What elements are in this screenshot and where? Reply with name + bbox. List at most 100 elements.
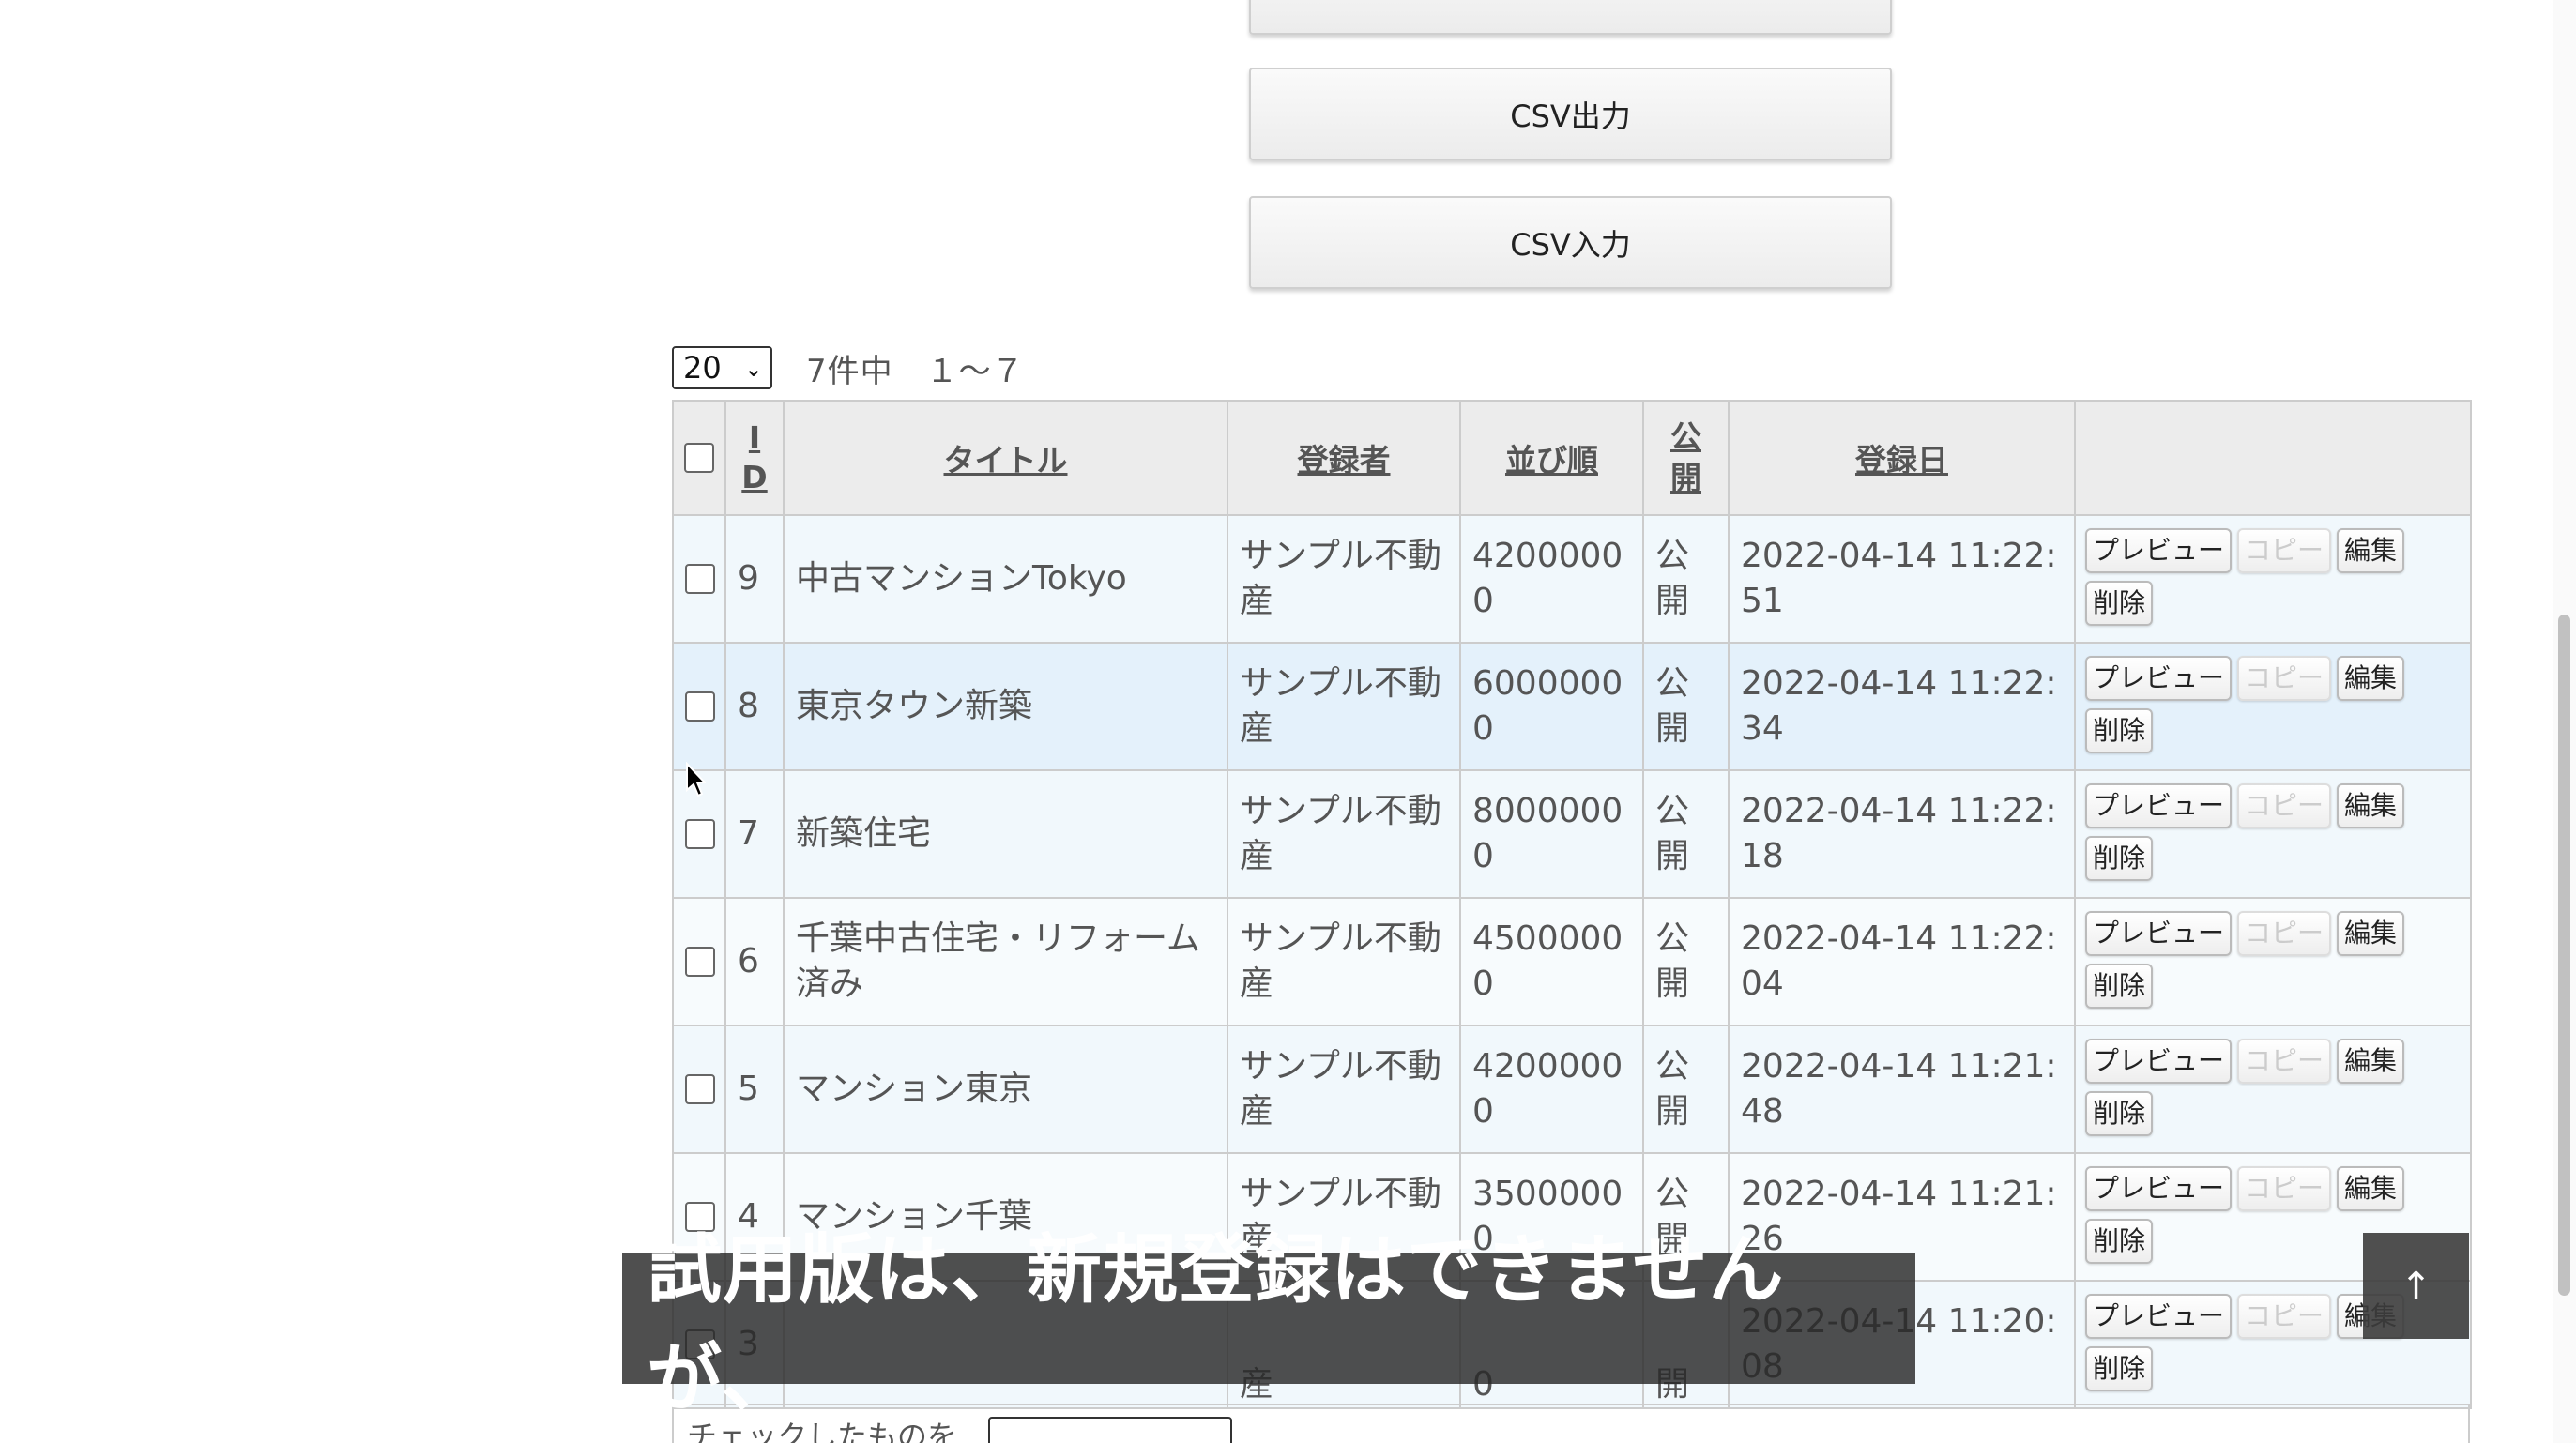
column-registrant[interactable]: 登録者 <box>1227 400 1461 516</box>
select-all-cell <box>672 400 726 516</box>
row-order: 45000000 <box>1459 897 1644 1026</box>
row-date: 2022-04-14 11:22:04 <box>1728 897 2076 1026</box>
column-id-label-1: I <box>748 419 761 456</box>
row-order: 80000000 <box>1459 769 1644 899</box>
table-header-row: I D タイトル 登録者 並び順 公 開 登録日 <box>672 400 2472 516</box>
column-id[interactable]: I D <box>724 400 785 516</box>
top-partial-button[interactable] <box>1249 0 1892 35</box>
copy-button: コピー <box>2237 528 2332 573</box>
delete-button[interactable]: 削除 <box>2085 708 2154 753</box>
edit-button[interactable]: 編集 <box>2337 783 2405 828</box>
preview-button[interactable]: プレビュー <box>2085 1166 2233 1211</box>
per-page-select[interactable]: 20 ⌄ <box>672 346 772 389</box>
row-registrant: サンプル不動産 <box>1227 1025 1461 1154</box>
column-actions <box>2074 400 2472 516</box>
delete-button[interactable]: 削除 <box>2085 581 2154 626</box>
row-actions: プレビューコピー編集削除 <box>2074 769 2472 899</box>
result-count: 7件中 １～７ <box>806 352 1025 390</box>
table-row: 8 東京タウン新築 サンプル不動産 60000000 公開 2022-04-14… <box>672 642 2472 771</box>
row-actions: プレビューコピー編集削除 <box>2074 897 2472 1026</box>
copy-button: コピー <box>2237 783 2332 828</box>
edit-button[interactable]: 編集 <box>2337 911 2405 956</box>
row-checkbox[interactable] <box>685 564 715 594</box>
csv-export-button[interactable]: CSV出力 <box>1249 68 1892 160</box>
row-select-cell <box>672 642 726 771</box>
row-title: 中古マンションTokyo <box>783 514 1228 644</box>
copy-button: コピー <box>2237 1039 2332 1084</box>
row-public: 公開 <box>1642 897 1730 1026</box>
edit-button[interactable]: 編集 <box>2337 528 2405 573</box>
row-select-cell <box>672 1025 726 1154</box>
copy-button: コピー <box>2237 656 2332 701</box>
page-scrollbar[interactable] <box>2553 0 2576 1443</box>
column-public-label-2: 開 <box>1670 460 1701 496</box>
mouse-cursor-icon <box>686 762 706 797</box>
row-order: 42000000 <box>1459 514 1644 644</box>
preview-button[interactable]: プレビュー <box>2085 1294 2233 1339</box>
row-date: 2022-04-14 11:22:34 <box>1728 642 2076 771</box>
select-all-checkbox[interactable] <box>684 443 714 473</box>
csv-import-button[interactable]: CSV入力 <box>1249 196 1892 289</box>
pager: 20 ⌄ 7件中 １～７ <box>672 345 1025 390</box>
row-id: 7 <box>724 769 785 899</box>
column-public-label-1: 公 <box>1670 418 1701 455</box>
preview-button[interactable]: プレビュー <box>2085 1039 2233 1084</box>
row-public: 公開 <box>1642 514 1730 644</box>
preview-button[interactable]: プレビュー <box>2085 656 2233 701</box>
delete-button[interactable]: 削除 <box>2085 1219 2154 1264</box>
scroll-to-top-button[interactable]: ↑ <box>2363 1233 2469 1339</box>
table-row: 7 新築住宅 サンプル不動産 80000000 公開 2022-04-14 11… <box>672 769 2472 899</box>
row-title: 東京タウン新築 <box>783 642 1228 771</box>
row-checkbox[interactable] <box>685 947 715 977</box>
row-id: 6 <box>724 897 785 1026</box>
table-row: 6 千葉中古住宅・リフォーム済み サンプル不動産 45000000 公開 202… <box>672 897 2472 1026</box>
edit-button[interactable]: 編集 <box>2337 656 2405 701</box>
row-title: 千葉中古住宅・リフォーム済み <box>783 897 1228 1026</box>
delete-button[interactable]: 削除 <box>2085 836 2154 881</box>
preview-button[interactable]: プレビュー <box>2085 528 2233 573</box>
column-date[interactable]: 登録日 <box>1728 400 2076 516</box>
copy-button: コピー <box>2237 1294 2332 1339</box>
row-select-cell <box>672 897 726 1026</box>
row-registrant: サンプル不動産 <box>1227 642 1461 771</box>
row-checkbox[interactable] <box>685 819 715 849</box>
row-public: 公開 <box>1642 642 1730 771</box>
row-actions: プレビューコピー編集削除 <box>2074 642 2472 771</box>
row-date: 2022-04-14 11:22:51 <box>1728 514 2076 644</box>
row-actions: プレビューコピー編集削除 <box>2074 514 2472 644</box>
copy-button: コピー <box>2237 1166 2332 1211</box>
column-public[interactable]: 公 開 <box>1642 400 1730 516</box>
per-page-value: 20 <box>683 350 722 386</box>
row-checkbox[interactable] <box>685 1074 715 1104</box>
edit-button[interactable]: 編集 <box>2337 1166 2405 1211</box>
row-registrant: サンプル不動産 <box>1227 514 1461 644</box>
table-row: 9 中古マンションTokyo サンプル不動産 42000000 公開 2022-… <box>672 514 2472 644</box>
delete-button[interactable]: 削除 <box>2085 964 2154 1009</box>
row-checkbox[interactable] <box>685 691 715 722</box>
row-public: 公開 <box>1642 1025 1730 1154</box>
delete-button[interactable]: 削除 <box>2085 1091 2154 1136</box>
row-order: 60000000 <box>1459 642 1644 771</box>
row-date: 2022-04-14 11:22:18 <box>1728 769 2076 899</box>
column-title[interactable]: タイトル <box>783 400 1228 516</box>
row-id: 5 <box>724 1025 785 1154</box>
chevron-down-icon: ⌄ <box>743 356 763 382</box>
delete-button[interactable]: 削除 <box>2085 1346 2154 1391</box>
row-id: 8 <box>724 642 785 771</box>
row-title: マンション東京 <box>783 1025 1228 1154</box>
column-id-label-2: D <box>741 459 768 495</box>
scrollbar-thumb[interactable] <box>2558 615 2570 1296</box>
preview-button[interactable]: プレビュー <box>2085 783 2233 828</box>
table-row: 5 マンション東京 サンプル不動産 42000000 公開 2022-04-14… <box>672 1025 2472 1154</box>
row-id: 9 <box>724 514 785 644</box>
preview-button[interactable]: プレビュー <box>2085 911 2233 956</box>
row-public: 公開 <box>1642 769 1730 899</box>
edit-button[interactable]: 編集 <box>2337 1039 2405 1084</box>
column-order[interactable]: 並び順 <box>1459 400 1644 516</box>
copy-button: コピー <box>2237 911 2332 956</box>
row-order: 42000000 <box>1459 1025 1644 1154</box>
row-registrant: サンプル不動産 <box>1227 897 1461 1026</box>
page: CSV出力 CSV入力 20 ⌄ 7件中 １～７ I D タイトル 登録者 並び… <box>0 0 2576 1443</box>
row-actions: プレビューコピー編集削除 <box>2074 1025 2472 1154</box>
row-select-cell <box>672 514 726 644</box>
